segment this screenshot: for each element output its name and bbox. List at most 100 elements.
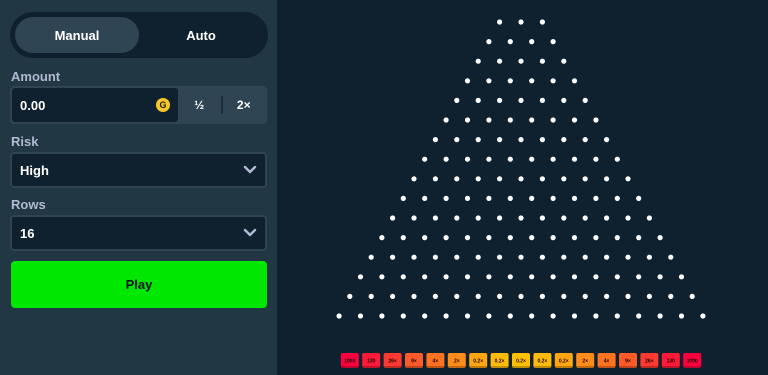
peg — [561, 254, 567, 260]
peg — [486, 274, 492, 280]
play-button[interactable]: Play — [11, 261, 267, 308]
peg — [678, 313, 685, 319]
tab-manual[interactable]: Manual — [15, 17, 139, 53]
amount-row: 0.00 G ½ 2× — [10, 86, 267, 124]
tab-auto[interactable]: Auto — [139, 17, 263, 53]
multiplier-bucket: 26× — [383, 353, 402, 368]
half-button[interactable]: ½ — [178, 88, 221, 122]
risk-label: Risk — [11, 134, 39, 149]
peg — [454, 176, 460, 182]
peg — [475, 97, 481, 103]
risk-value: High — [20, 162, 49, 178]
peg — [689, 293, 695, 299]
peg — [614, 274, 620, 280]
bucket-shadow — [362, 366, 381, 368]
multiplier-bucket: 0.2× — [512, 353, 530, 368]
peg — [443, 313, 449, 319]
peg — [507, 156, 513, 162]
multiplier-bucket: 4× — [426, 353, 445, 368]
peg — [561, 137, 567, 143]
peg — [422, 156, 428, 162]
multiplier-label: 0.2× — [473, 359, 483, 365]
peg — [550, 78, 556, 84]
bucket-shadow — [512, 366, 530, 368]
peg — [422, 313, 428, 319]
peg — [432, 215, 438, 221]
peg — [464, 156, 471, 162]
peg — [657, 235, 663, 241]
multiplier-label: 1000 — [687, 359, 698, 365]
amount-input[interactable]: 0.00 G — [12, 88, 178, 122]
peg — [571, 78, 578, 84]
peg — [561, 58, 567, 64]
peg — [614, 313, 620, 319]
peg — [550, 156, 556, 162]
peg — [507, 195, 513, 201]
peg — [347, 293, 353, 299]
peg — [507, 78, 513, 84]
peg — [486, 117, 492, 123]
multiplier-label: 9× — [625, 359, 631, 365]
peg — [390, 293, 396, 299]
risk-select[interactable]: High — [10, 152, 267, 188]
bucket-shadow — [576, 366, 595, 368]
peg — [539, 19, 545, 25]
multiplier-label: 0.2× — [495, 359, 505, 365]
peg — [497, 137, 503, 143]
bucket-shadow — [383, 366, 402, 368]
multiplier-bucket: 0.2× — [554, 353, 573, 368]
rows-select[interactable]: 16 — [10, 215, 267, 251]
bucket-shadow — [640, 366, 659, 368]
multiplier-label: 26× — [645, 359, 654, 365]
peg — [454, 215, 460, 221]
peg — [625, 176, 631, 182]
peg — [571, 195, 578, 201]
peg — [625, 293, 631, 299]
peg — [357, 313, 364, 319]
peg — [464, 195, 471, 201]
multiplier-bucket: 26× — [640, 353, 659, 368]
peg — [497, 293, 503, 299]
peg — [507, 274, 513, 280]
multiplier-label: 26× — [388, 359, 397, 365]
mode-toggle: Manual Auto — [10, 12, 268, 58]
peg — [336, 313, 342, 319]
peg — [518, 215, 524, 221]
peg — [400, 235, 406, 241]
peg — [561, 293, 567, 299]
peg — [400, 274, 406, 280]
peg — [518, 293, 524, 299]
peg — [582, 293, 588, 299]
peg — [604, 137, 610, 143]
bucket-shadow — [683, 366, 702, 368]
peg — [604, 254, 610, 260]
peg — [539, 254, 545, 260]
peg — [475, 254, 481, 260]
peg — [454, 293, 460, 299]
peg — [486, 39, 492, 45]
peg — [486, 235, 492, 241]
peg — [497, 215, 503, 221]
peg — [486, 313, 492, 319]
bucket-shadow — [405, 366, 423, 368]
peg — [518, 254, 524, 260]
peg — [529, 313, 535, 319]
peg — [443, 274, 449, 280]
multiplier-bucket: 9× — [619, 353, 637, 368]
multiplier-label: 130 — [667, 359, 676, 365]
peg — [379, 274, 385, 280]
double-button[interactable]: 2× — [223, 88, 266, 122]
peg — [497, 176, 503, 182]
peg — [443, 235, 449, 241]
peg — [561, 215, 567, 221]
peg — [593, 313, 599, 319]
peg — [368, 293, 374, 299]
peg — [529, 78, 535, 84]
peg — [539, 97, 545, 103]
peg — [486, 195, 492, 201]
peg — [390, 254, 396, 260]
multiplier-bucket: 130 — [362, 353, 381, 368]
multiplier-bucket: 2× — [447, 353, 466, 368]
peg — [571, 117, 578, 123]
chevron-down-icon — [243, 228, 257, 237]
